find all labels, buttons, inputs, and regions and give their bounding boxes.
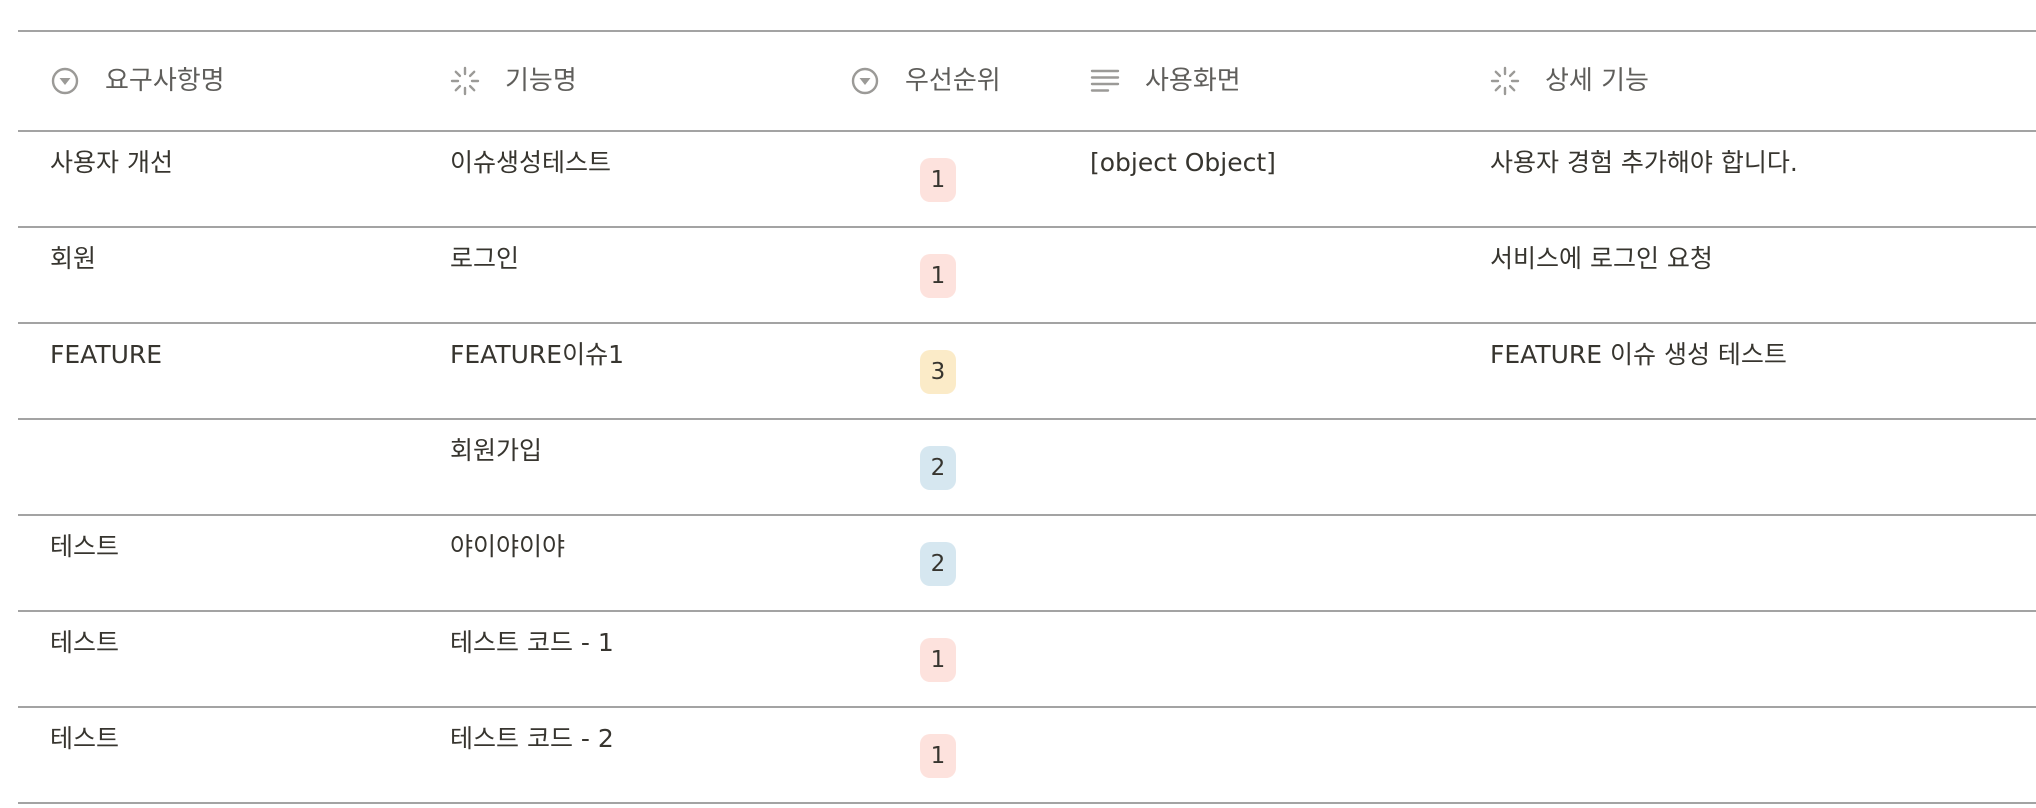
priority-badge: 3: [920, 350, 956, 394]
column-header-label: 상세 기능: [1545, 66, 1649, 96]
column-header-requirement[interactable]: 요구사항명: [18, 64, 418, 98]
cell-priority[interactable]: 2: [818, 516, 1058, 610]
column-header-label: 사용화면: [1145, 66, 1241, 96]
cell-detail[interactable]: [1458, 420, 2036, 514]
cell-feature[interactable]: 로그인: [418, 228, 818, 322]
cell-detail[interactable]: [1458, 516, 2036, 610]
cell-priority[interactable]: 1: [818, 132, 1058, 226]
column-header-screen[interactable]: 사용화면: [1058, 64, 1458, 98]
loading-spinner-icon: [1490, 66, 1520, 96]
table-row[interactable]: 테스트 야이야이야 2: [18, 516, 2036, 612]
cell-priority[interactable]: 1: [818, 612, 1058, 706]
priority-badge: 2: [920, 446, 956, 490]
column-header-label: 우선순위: [905, 66, 1001, 96]
table-row[interactable]: 사용자 개선 이슈생성테스트 1 [object Object] 사용자 경험 …: [18, 132, 2036, 228]
select-property-icon: [51, 67, 79, 95]
cell-detail[interactable]: 서비스에 로그인 요청: [1458, 228, 2036, 322]
cell-priority[interactable]: 1: [818, 708, 1058, 802]
loading-spinner-icon: [450, 66, 480, 96]
cell-requirement[interactable]: 테스트: [18, 612, 418, 706]
cell-feature[interactable]: FEATURE이슈1: [418, 324, 818, 418]
priority-badge: 2: [920, 542, 956, 586]
cell-priority[interactable]: 2: [818, 420, 1058, 514]
table-header-row: 요구사항명 기능명 우선순위 사용화면 상세 기능: [18, 32, 2036, 132]
cell-detail[interactable]: [1458, 612, 2036, 706]
cell-screen[interactable]: [1058, 708, 1458, 802]
table-row[interactable]: 회원가입 2: [18, 420, 2036, 516]
cell-feature[interactable]: 이슈생성테스트: [418, 132, 818, 226]
priority-badge: 1: [920, 638, 956, 682]
cell-screen[interactable]: [object Object]: [1058, 132, 1458, 226]
cell-detail[interactable]: [1458, 708, 2036, 802]
cell-requirement[interactable]: 테스트: [18, 708, 418, 802]
text-property-icon: [1090, 69, 1120, 92]
column-header-detail[interactable]: 상세 기능: [1458, 64, 2036, 98]
requirements-table: 요구사항명 기능명 우선순위 사용화면 상세 기능 사용자 개선 이슈생성테스트…: [18, 30, 2036, 804]
cell-feature[interactable]: 야이야이야: [418, 516, 818, 610]
table-row[interactable]: 테스트 테스트 코드 - 1 1: [18, 612, 2036, 708]
column-header-priority[interactable]: 우선순위: [818, 64, 1058, 98]
cell-requirement[interactable]: 회원: [18, 228, 418, 322]
cell-requirement[interactable]: FEATURE: [18, 324, 418, 418]
priority-badge: 1: [920, 254, 956, 298]
priority-badge: 1: [920, 158, 956, 202]
cell-screen[interactable]: [1058, 516, 1458, 610]
cell-priority[interactable]: 1: [818, 228, 1058, 322]
cell-priority[interactable]: 3: [818, 324, 1058, 418]
cell-screen[interactable]: [1058, 228, 1458, 322]
cell-feature[interactable]: 테스트 코드 - 2: [418, 708, 818, 802]
cell-feature[interactable]: 테스트 코드 - 1: [418, 612, 818, 706]
cell-detail[interactable]: FEATURE 이슈 생성 테스트: [1458, 324, 2036, 418]
cell-detail[interactable]: 사용자 경험 추가해야 합니다.: [1458, 132, 2036, 226]
column-header-label: 요구사항명: [105, 66, 225, 96]
cell-requirement[interactable]: 테스트: [18, 516, 418, 610]
column-header-feature[interactable]: 기능명: [418, 64, 818, 98]
table-row[interactable]: 테스트 테스트 코드 - 2 1: [18, 708, 2036, 804]
cell-screen[interactable]: [1058, 612, 1458, 706]
cell-requirement[interactable]: 사용자 개선: [18, 132, 418, 226]
table-row[interactable]: 회원 로그인 1 서비스에 로그인 요청: [18, 228, 2036, 324]
cell-screen[interactable]: [1058, 420, 1458, 514]
cell-feature[interactable]: 회원가입: [418, 420, 818, 514]
column-header-label: 기능명: [505, 66, 577, 96]
table-row[interactable]: FEATURE FEATURE이슈1 3 FEATURE 이슈 생성 테스트: [18, 324, 2036, 420]
priority-badge: 1: [920, 734, 956, 778]
cell-requirement[interactable]: [18, 420, 418, 514]
cell-screen[interactable]: [1058, 324, 1458, 418]
select-property-icon: [851, 67, 879, 95]
